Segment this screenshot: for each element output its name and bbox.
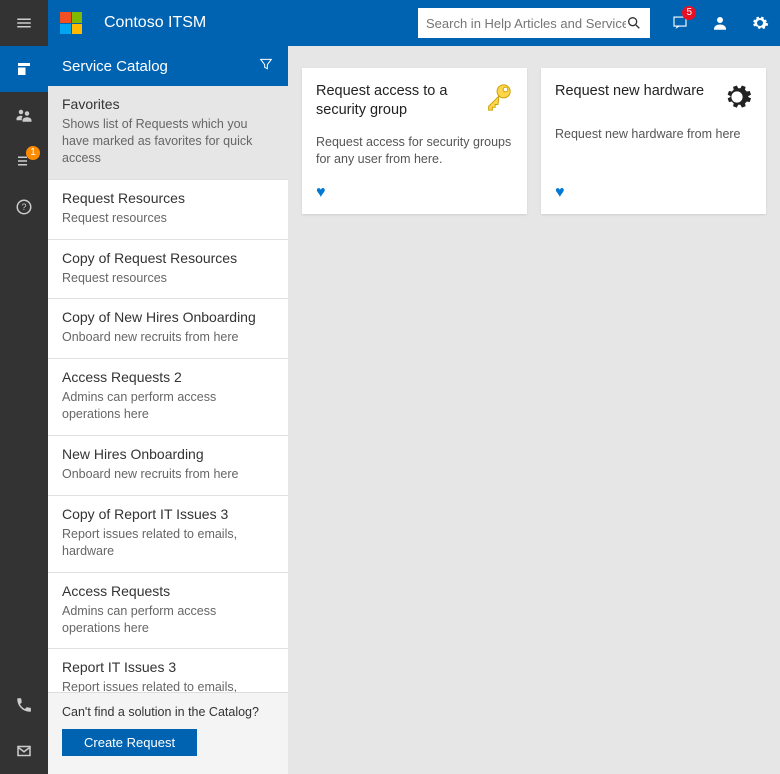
nav-requests-badge: 1 bbox=[26, 146, 40, 160]
catalog-item[interactable]: Report IT Issues 3 Report issues related … bbox=[48, 649, 288, 692]
notifications-badge: 5 bbox=[682, 6, 696, 20]
nav-phone-icon[interactable] bbox=[0, 682, 48, 728]
catalog-item[interactable]: Favorites Shows list of Requests which yo… bbox=[48, 86, 288, 180]
catalog-item-title: New Hires Onboarding bbox=[62, 446, 274, 462]
header: Contoso ITSM 5 bbox=[0, 0, 780, 46]
nav-mail-icon[interactable] bbox=[0, 728, 48, 774]
nav-help-icon[interactable]: ? bbox=[0, 184, 48, 230]
logo-icon bbox=[60, 12, 82, 34]
catalog-item[interactable]: Copy of Report IT Issues 3 Report issues … bbox=[48, 496, 288, 573]
hamburger-icon[interactable] bbox=[0, 0, 48, 46]
card-title: Request access to a security group bbox=[316, 82, 475, 120]
notifications-icon[interactable]: 5 bbox=[660, 0, 700, 46]
gear-icon[interactable] bbox=[740, 0, 780, 46]
user-icon[interactable] bbox=[700, 0, 740, 46]
search-input[interactable] bbox=[426, 16, 626, 31]
catalog-item-title: Report IT Issues 3 bbox=[62, 659, 274, 675]
catalog-item-desc: Report issues related to emails, hardwar… bbox=[62, 679, 274, 692]
catalog-item-desc: Admins can perform access operations her… bbox=[62, 603, 274, 637]
sidebar-title: Service Catalog bbox=[62, 58, 258, 75]
favorite-icon[interactable]: ♥ bbox=[555, 184, 565, 202]
nav-catalog-icon[interactable] bbox=[0, 46, 48, 92]
search-box[interactable] bbox=[418, 8, 650, 38]
catalog-item-desc: Admins can perform access operations her… bbox=[62, 389, 274, 423]
card-desc: Request new hardware from here bbox=[555, 126, 752, 143]
key-icon bbox=[483, 82, 513, 112]
catalog-item-title: Request Resources bbox=[62, 190, 274, 206]
catalog-item-desc: Request resources bbox=[62, 270, 274, 287]
request-card[interactable]: Request access to a security group Reques… bbox=[302, 68, 527, 214]
favorite-icon[interactable]: ♥ bbox=[316, 184, 326, 202]
catalog-item-title: Access Requests bbox=[62, 583, 274, 599]
filter-icon[interactable] bbox=[258, 56, 274, 76]
app-title: Contoso ITSM bbox=[104, 14, 206, 32]
nav-requests-icon[interactable]: 1 bbox=[0, 138, 48, 184]
footer-question: Can't find a solution in the Catalog? bbox=[62, 705, 274, 719]
catalog-item-title: Favorites bbox=[62, 96, 274, 112]
catalog-item-desc: Report issues related to emails, hardwar… bbox=[62, 526, 274, 560]
catalog-list: Favorites Shows list of Requests which yo… bbox=[48, 86, 288, 692]
catalog-item[interactable]: Request Resources Request resources bbox=[48, 180, 288, 240]
catalog-item[interactable]: Copy of Request Resources Request resourc… bbox=[48, 240, 288, 300]
sidebar-header: Service Catalog bbox=[48, 46, 288, 86]
catalog-item-title: Copy of Request Resources bbox=[62, 250, 274, 266]
search-icon bbox=[626, 15, 642, 31]
main-content: Request access to a security group Reques… bbox=[288, 46, 780, 774]
card-desc: Request access for security groups for a… bbox=[316, 134, 513, 168]
request-card[interactable]: Request new hardware Request new hardware… bbox=[541, 68, 766, 214]
catalog-item-title: Copy of Report IT Issues 3 bbox=[62, 506, 274, 522]
catalog-item[interactable]: Copy of New Hires Onboarding Onboard new … bbox=[48, 299, 288, 359]
catalog-item-title: Copy of New Hires Onboarding bbox=[62, 309, 274, 325]
catalog-item[interactable]: New Hires Onboarding Onboard new recruits… bbox=[48, 436, 288, 496]
catalog-item[interactable]: Access Requests 2 Admins can perform acce… bbox=[48, 359, 288, 436]
nav-rail: 1 ? bbox=[0, 0, 48, 774]
catalog-item-desc: Onboard new recruits from here bbox=[62, 466, 274, 483]
catalog-item[interactable]: Access Requests Admins can perform access… bbox=[48, 573, 288, 650]
gear-icon bbox=[722, 82, 752, 112]
svg-text:?: ? bbox=[21, 202, 26, 212]
create-request-button[interactable]: Create Request bbox=[62, 729, 197, 756]
catalog-item-desc: Shows list of Requests which you have ma… bbox=[62, 116, 274, 167]
catalog-item-desc: Onboard new recruits from here bbox=[62, 329, 274, 346]
sidebar-footer: Can't find a solution in the Catalog? Cr… bbox=[48, 692, 288, 774]
catalog-item-desc: Request resources bbox=[62, 210, 274, 227]
nav-people-icon[interactable] bbox=[0, 92, 48, 138]
sidebar: Service Catalog Favorites Shows list of R… bbox=[48, 46, 288, 774]
catalog-item-title: Access Requests 2 bbox=[62, 369, 274, 385]
card-title: Request new hardware bbox=[555, 82, 714, 101]
